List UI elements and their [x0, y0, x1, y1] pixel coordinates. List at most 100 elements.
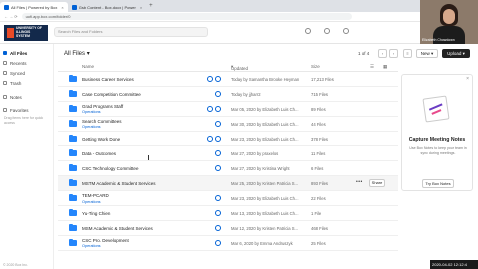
page-title-text: All Files [64, 51, 86, 57]
table-row[interactable]: Search Committees Operations Mar 30, 2020 … [58, 117, 398, 132]
sync-check-icon [215, 90, 221, 97]
logo-line: SYSTEM [16, 33, 30, 38]
sync-check-icon [215, 135, 221, 142]
collab-tag[interactable]: Operations [82, 110, 101, 114]
share-settings-icon[interactable]: ≡ [403, 49, 412, 58]
collab-tag[interactable]: Operations [82, 125, 101, 129]
favorites-hint: Drag items here for quick access [4, 116, 44, 125]
file-name[interactable]: Grad Programs Staff [82, 104, 123, 109]
box-favicon-icon [4, 4, 9, 10]
folder-icon [69, 194, 77, 202]
close-icon[interactable]: × [466, 76, 469, 82]
next-page-button[interactable]: › [389, 49, 398, 58]
grid-view-icon[interactable]: ▦ [383, 64, 387, 70]
file-name[interactable]: CSC Pro. Development [82, 238, 129, 243]
updated-cell: Mar 13, 2020 by Elizabeth Luis Ch... [231, 211, 299, 217]
university-logo[interactable]: UNIVERSITY OF ILLINOIS SYSTEM [4, 25, 48, 41]
sidebar-item-recents[interactable]: Recents [0, 58, 53, 68]
column-name[interactable]: Name [82, 64, 94, 69]
help-icon[interactable] [305, 28, 311, 34]
file-name[interactable]: Business Career Services [82, 77, 134, 82]
updated-cell: Mar 25, 2020 by Kristen Patricia S... [231, 181, 299, 187]
file-name[interactable]: Getting Work Done [82, 137, 120, 142]
collaborator-check-icon [207, 135, 213, 142]
sidebar-item-notes[interactable]: Notes [0, 92, 53, 102]
sidebar-item-label: Trash [10, 80, 22, 86]
table-row[interactable]: TEM-PCARD Operations Mar 23, 2020 by Eliza… [58, 191, 398, 207]
list-view-icon[interactable]: ☰ [370, 64, 374, 70]
sidebar-item-all-files[interactable]: All Files [0, 48, 53, 58]
new-button[interactable]: New ▾ [416, 49, 438, 58]
sidebar-item-trash[interactable]: Trash [0, 78, 53, 88]
size-cell: 25 Files [311, 240, 326, 246]
url-field[interactable]: uofi.app.box.com/folder/0 [21, 13, 352, 20]
file-name[interactable]: MSTM Academic & Student Services [82, 181, 156, 186]
updated-cell: Mar 30, 2020 by Elizabeth Luis Ch... [231, 121, 299, 127]
file-name[interactable]: Data - Outcomes [82, 151, 116, 156]
browser-tab-box[interactable]: All Files | Powered by Box × [0, 2, 68, 12]
sync-check-icon [215, 150, 221, 157]
file-name[interactable]: CSC Technology Committee [82, 166, 138, 171]
tab-title: Gsb Content - Box.docx | Power [78, 4, 136, 10]
sidebar-item-synced[interactable]: Synced [0, 68, 53, 78]
column-size[interactable]: Size [311, 64, 320, 69]
search-input[interactable]: Search Files and Folders [54, 27, 208, 37]
sidebar-item-label: Recents [10, 60, 27, 66]
size-cell: 715 Files [311, 91, 328, 97]
table-row[interactable]: Case Competition Committee Today by jjhar… [58, 87, 398, 102]
updated-cell: Mar 27, 2020 by praxelos [231, 151, 279, 157]
file-list-toolbar: All Files ▾ 1 of 4 ‹ › ≡ New ▾ Upload ▾ [58, 44, 470, 62]
share-button[interactable]: Share [369, 178, 385, 187]
table-row[interactable]: MSM Academic & Student Services Mar 12, 2… [58, 221, 398, 236]
notes-icon [3, 95, 7, 99]
file-name[interactable]: TEM-PCARD [82, 193, 109, 198]
file-name[interactable]: Case Competition Committee [82, 92, 141, 97]
file-name[interactable]: Search Committees [82, 119, 122, 124]
table-row[interactable]: Yu-Ting Chien Mar 13, 2020 by Elizabeth L… [58, 206, 398, 221]
table-row[interactable]: Getting Work Done Mar 23, 2020 by Elizabe… [58, 132, 398, 147]
upload-label: Upload [447, 51, 462, 56]
promo-title: Capture Meeting Notes [408, 137, 466, 143]
table-row[interactable]: CSC Technology Committee Mar 27, 2020 by … [58, 161, 398, 177]
collab-tag[interactable]: Operations [82, 200, 101, 204]
file-name[interactable]: MSM Academic & Student Services [82, 226, 153, 231]
sync-check-icon [215, 120, 221, 127]
folder-icon [69, 104, 77, 112]
column-updated[interactable]: Updated ▾ [231, 64, 248, 71]
close-icon[interactable]: × [140, 5, 142, 10]
back-forward-reload-icons[interactable]: ← → ⟳ [4, 14, 18, 19]
file-name[interactable]: Yu-Ting Chien [82, 211, 110, 216]
try-box-notes-button[interactable]: Try Box Notes [422, 179, 454, 188]
notifications-icon[interactable] [324, 28, 330, 34]
box-notes-illustration [422, 95, 450, 123]
pager-label: 1 of 4 [358, 51, 370, 56]
folder-icon [69, 89, 77, 97]
folder-icon [69, 149, 77, 157]
folder-icon [69, 238, 77, 246]
table-row[interactable]: Business Career Services Today by Samanth… [58, 72, 398, 87]
page-title[interactable]: All Files ▾ [64, 50, 90, 57]
sidebar-item-favorites[interactable]: Favorites [0, 105, 53, 115]
table-row[interactable]: CSC Pro. Development Operations Mar 6, 202… [58, 236, 398, 251]
more-options-button[interactable]: ••• [356, 179, 363, 185]
collaborator-check-icon [207, 76, 213, 82]
size-cell: 6 Files [311, 166, 324, 172]
collab-tag[interactable]: Operations [82, 244, 101, 248]
folder-icon [69, 75, 77, 82]
tab-title: All Files | Powered by Box [11, 4, 58, 10]
new-tab-icon[interactable]: + [149, 3, 153, 9]
apps-icon[interactable] [343, 28, 349, 34]
sidebar: All Files Recents Synced Trash Notes Fav… [0, 44, 54, 269]
folder-icon [3, 51, 7, 55]
table-row[interactable]: Data - Outcomes Mar 27, 2020 by praxelos 1… [58, 146, 398, 162]
prev-page-button[interactable]: ‹ [378, 49, 387, 58]
folder-icon [69, 134, 77, 142]
close-icon[interactable]: × [61, 5, 63, 10]
sidebar-item-label: Favorites [10, 107, 29, 113]
table-row[interactable]: Grad Programs Staff Operations Mar 05, 202… [58, 102, 398, 117]
box-notes-promo: × Capture Meeting Notes Use Box Notes to… [401, 74, 473, 191]
table-row[interactable]: MSTM Academic & Student Services Mar 25, … [58, 176, 398, 192]
sync-check-icon [215, 239, 221, 246]
upload-button[interactable]: Upload ▾ [442, 49, 470, 58]
browser-tab-docx[interactable]: Gsb Content - Box.docx | Power × [68, 2, 146, 12]
